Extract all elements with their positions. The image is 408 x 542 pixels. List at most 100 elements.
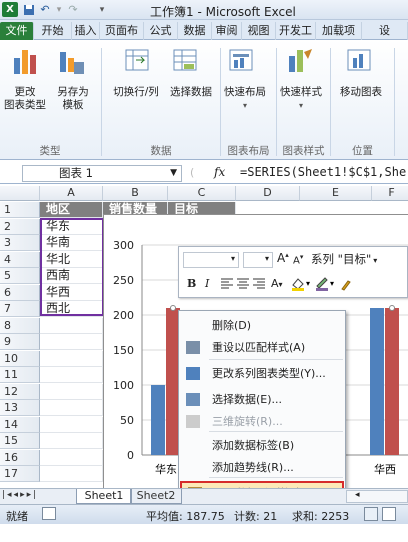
tab-6[interactable]: 审阅 [212,22,242,40]
normal-view-icon[interactable] [364,507,378,521]
cell-A5[interactable]: 西南 [40,268,103,284]
row-header-15[interactable]: 15 [0,433,40,449]
sheet-nav-arrows-icon[interactable]: |◂◂▸▸| [2,490,38,500]
bold-button[interactable]: B [187,277,196,290]
bar-华东-series1[interactable] [151,385,165,455]
fill-color-icon[interactable]: ▾ [291,277,311,294]
row-header-6[interactable]: 6 [0,284,40,301]
row-header-8[interactable]: 8 [0,317,40,334]
italic-button[interactable]: I [205,277,209,290]
menu-item-6[interactable]: 添加趋势线(R)... [180,457,344,479]
bar-华西-series2[interactable] [385,308,399,455]
menu-item-3[interactable]: 选择数据(E)... [180,389,344,411]
page-layout-view-icon[interactable] [382,507,396,521]
row-header-9[interactable]: 9 [0,334,40,350]
cell-A3[interactable]: 华南 [40,235,103,251]
row-header-14[interactable]: 14 [0,416,40,433]
cell-A4[interactable]: 华北 [40,251,103,268]
tab-4[interactable]: 公式 [144,22,178,40]
row-header-1[interactable]: 1 [0,202,40,218]
row-header-2[interactable]: 2 [0,218,40,235]
change-chart-type-button[interactable]: 更改 图表类型 [0,86,50,112]
selection-handle[interactable] [170,305,176,311]
select-all-corner[interactable] [0,186,40,201]
cell-A1[interactable]: 地区 [40,202,103,218]
cell-A12[interactable] [40,383,103,400]
menu-item-5[interactable]: 添加数据标签(B) [180,435,344,457]
menu-item-0[interactable]: 删除(D) [180,315,344,337]
cell-A16[interactable] [40,449,103,466]
save-as-template-button[interactable]: 另存为 模板 [48,86,98,112]
format-painter-icon[interactable] [339,277,353,294]
move-chart-button[interactable]: 移动图表 [332,86,390,99]
font-select[interactable]: ▾ [183,252,239,268]
save-icon[interactable] [21,2,36,17]
row-header-17[interactable]: 17 [0,466,40,482]
font-color-icon[interactable]: A▾ [271,277,283,290]
cell-A9[interactable] [40,334,103,350]
cell-A10[interactable] [40,350,103,367]
insert-function-icon[interactable]: fx [214,165,225,179]
tab-3[interactable]: 页面布 [100,22,144,40]
tab-10[interactable]: 设 [362,22,408,40]
redo-icon[interactable]: ↷ [66,2,80,17]
shrink-font-button[interactable]: A▾ [293,253,303,266]
cell-A8[interactable] [40,317,103,334]
align-left-icon[interactable] [221,278,233,292]
sheet-tab-sheet2[interactable]: Sheet2 [130,489,182,504]
select-data-button[interactable]: 选择数据 [164,86,218,99]
cell-A17[interactable] [40,466,103,482]
cell-A15[interactable] [40,433,103,449]
horizontal-scrollbar[interactable]: ◂ [346,490,408,503]
tab-2[interactable]: 插入 [72,22,100,40]
name-box[interactable]: 图表 1 ▼ [22,165,182,182]
cell-A2[interactable]: 华东 [40,218,103,235]
tab-0[interactable]: 文件 [0,22,34,40]
chevron-down-icon[interactable]: ▼ [170,166,177,181]
cell-A11[interactable] [40,367,103,383]
undo-icon[interactable]: ↶ [38,2,52,17]
row-header-16[interactable]: 16 [0,449,40,466]
row-header-5[interactable]: 5 [0,268,40,284]
align-center-icon[interactable] [237,278,249,292]
tab-1[interactable]: 开始 [34,22,72,40]
tab-8[interactable]: 开发工 [276,22,316,40]
selection-handle[interactable] [389,305,395,311]
align-right-icon[interactable] [253,278,265,292]
undo-dropdown-icon[interactable]: ▾ [54,2,64,17]
menu-item-1[interactable]: 重设以匹配样式(A) [180,337,344,359]
tab-9[interactable]: 加载项 [316,22,362,40]
sheet-tab-sheet1[interactable]: Sheet1 [76,489,132,504]
font-size-select[interactable]: ▾ [243,252,273,268]
outline-color-icon[interactable]: ▾ [315,277,335,294]
column-header-C[interactable]: C [168,186,236,201]
row-header-4[interactable]: 4 [0,251,40,268]
scroll-left-icon[interactable]: ◂ [355,490,360,500]
row-header-11[interactable]: 11 [0,367,40,383]
row-header-7[interactable]: 7 [0,301,40,317]
row-header-3[interactable]: 3 [0,235,40,251]
row-header-10[interactable]: 10 [0,350,40,367]
switch-row-column-button[interactable]: 切换行/列 [104,86,168,99]
grow-font-button[interactable]: A▴ [277,251,289,265]
cell-A6[interactable]: 华西 [40,284,103,301]
menu-item-2[interactable]: 更改系列图表类型(Y)... [180,363,344,385]
quick-layout-button[interactable]: 快速布局 ▾ [218,86,272,112]
quick-style-button[interactable]: 快速样式 ▾ [274,86,328,112]
bar-华西-series1[interactable] [370,308,384,455]
cell-A13[interactable] [40,400,103,416]
column-header-B[interactable]: B [103,186,168,201]
series-select[interactable]: 系列 "目标" ▾ [311,251,377,267]
cell-A14[interactable] [40,416,103,433]
column-header-F[interactable]: F [372,186,408,201]
formula-input[interactable]: =SERIES(Sheet1!$C$1,She [240,165,406,180]
column-header-D[interactable]: D [236,186,300,201]
row-header-13[interactable]: 13 [0,400,40,416]
tab-5[interactable]: 数据 [178,22,212,40]
row-header-12[interactable]: 12 [0,383,40,400]
column-header-E[interactable]: E [300,186,372,201]
column-header-A[interactable]: A [40,186,103,201]
customize-toolbar-icon[interactable]: ▾ [96,2,108,17]
macro-record-icon[interactable] [42,507,56,520]
tab-7[interactable]: 视图 [242,22,276,40]
